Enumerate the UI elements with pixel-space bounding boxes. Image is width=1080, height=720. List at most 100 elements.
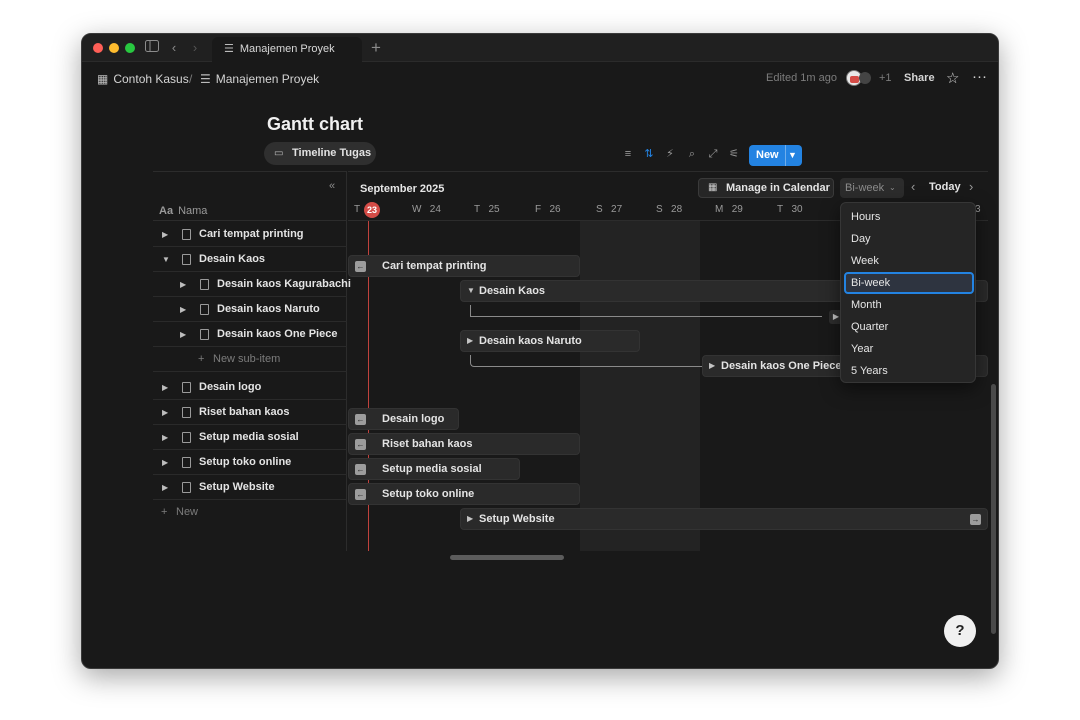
sidebar-toggle-icon[interactable] <box>144 40 160 56</box>
share-button[interactable]: Share <box>904 72 935 84</box>
row-label: Setup toko online <box>199 456 292 468</box>
close-window-button[interactable] <box>93 43 103 53</box>
timescale-option-5-years[interactable]: 5 Years <box>844 360 974 382</box>
table-row[interactable]: ▶ Desain kaos Kagurabachi <box>153 272 351 297</box>
timescale-option-quarter[interactable]: Quarter <box>844 316 974 338</box>
gantt-bar[interactable]: ← Desain logo <box>348 408 459 430</box>
new-row-button[interactable]: + New <box>153 500 347 525</box>
arrow-left-icon[interactable]: ← <box>355 261 366 272</box>
expand-arrow-icon[interactable]: ▶ <box>180 322 186 347</box>
help-assistant-icon[interactable]: ? <box>944 615 976 647</box>
name-column-header[interactable]: Aa Nama <box>159 205 207 217</box>
row-label: Desain Kaos <box>199 253 266 265</box>
table-row[interactable]: ▶ Desain kaos One Piece <box>153 322 347 347</box>
expand-arrow-icon[interactable]: ▶ <box>162 450 168 475</box>
document-icon <box>200 304 209 315</box>
manage-in-calendar-button[interactable]: ▦ Manage in Calendar <box>698 178 834 198</box>
collaborator-count: +1 <box>879 72 892 84</box>
collapse-arrow-icon[interactable]: ▼ <box>162 247 170 272</box>
table-row[interactable]: ▶ Setup Website <box>153 475 347 500</box>
expand-arrow-icon[interactable]: ▶ <box>709 356 715 376</box>
timescale-option-month[interactable]: Month <box>844 294 974 316</box>
gantt-bar[interactable]: ▶ Desain kaos Naruto <box>460 330 640 352</box>
expand-icon[interactable]: ⤢ <box>706 147 720 161</box>
table-row[interactable]: ▶ Desain kaos Naruto <box>153 297 347 322</box>
gantt-bar[interactable]: ← Riset bahan kaos <box>348 433 580 455</box>
table-row[interactable]: ▶ Setup toko online <box>153 450 347 475</box>
expand-arrow-icon[interactable]: ▶ <box>162 375 168 400</box>
gantt-bar[interactable]: ▶ Setup Website → <box>460 508 988 530</box>
table-row[interactable]: ▶ Cari tempat printing <box>153 222 347 247</box>
gantt-bar[interactable]: ← Setup toko online <box>348 483 580 505</box>
row-label: Riset bahan kaos <box>199 406 290 418</box>
expand-arrow-icon[interactable]: ▶ <box>180 297 186 322</box>
tab-manajemen-proyek[interactable]: ☰ Manajemen Proyek <box>212 37 362 62</box>
chevron-down-icon: ⌄ <box>889 183 896 192</box>
back-icon[interactable]: ‹ <box>166 40 182 56</box>
breadcrumb-page[interactable]: ☰ Manajemen Proyek <box>200 72 319 86</box>
star-icon[interactable]: ☆ <box>946 69 959 87</box>
document-icon <box>182 432 191 443</box>
expand-arrow-icon[interactable]: ▶ <box>162 425 168 450</box>
plus-icon: + <box>198 353 205 365</box>
sort-icon[interactable]: ⇅ <box>642 147 656 161</box>
expand-arrow-icon[interactable]: ▶ <box>467 331 473 351</box>
view-tab-timeline[interactable]: ▭ Timeline Tugas <box>264 142 376 165</box>
previous-icon[interactable]: ‹ <box>911 179 915 194</box>
expand-arrow-icon[interactable]: ▶ <box>467 509 473 529</box>
table-grid-icon: ▦ <box>97 72 109 86</box>
day-label: W 24 <box>412 204 441 215</box>
breadcrumb-workspace[interactable]: ▦ Contoh Kasus <box>97 72 189 86</box>
expand-arrow-icon[interactable]: ▶ <box>162 222 168 247</box>
table-row[interactable]: ▶ Riset bahan kaos <box>153 400 347 425</box>
horizontal-scrollbar[interactable] <box>450 555 564 560</box>
breadcrumb-separator: / <box>189 72 193 86</box>
zoom-window-button[interactable] <box>125 43 135 53</box>
new-sub-item-button[interactable]: + New sub-item <box>153 347 347 372</box>
table-header: « Aa Nama <box>153 171 347 221</box>
gantt-bar[interactable]: ← Setup media sosial <box>348 458 520 480</box>
table-row[interactable]: ▶ Desain logo <box>153 375 347 400</box>
table-row[interactable]: ▶ Setup media sosial <box>153 425 347 450</box>
edited-status: Edited 1m ago <box>766 72 837 84</box>
new-button[interactable]: New ▼ <box>749 145 802 166</box>
timescale-option-hours[interactable]: Hours <box>844 206 974 228</box>
gantt-bar[interactable]: ← Cari tempat printing <box>348 255 580 277</box>
collapse-arrow-icon[interactable]: ▼ <box>467 281 475 301</box>
arrow-left-icon[interactable]: ← <box>355 439 366 450</box>
arrow-left-icon[interactable]: ← <box>355 414 366 425</box>
document-icon <box>182 382 191 393</box>
avatar-secondary[interactable] <box>859 72 871 84</box>
top-bar: ▦ Contoh Kasus / ☰ Manajemen Proyek Edited… <box>82 62 998 94</box>
today-button[interactable]: Today <box>929 181 961 193</box>
search-icon[interactable]: ⌕ <box>685 147 699 161</box>
timescale-select[interactable]: Bi-week ⌄ <box>840 178 904 198</box>
arrow-left-icon[interactable]: ← <box>355 489 366 500</box>
timescale-option-day[interactable]: Day <box>844 228 974 250</box>
chevron-down-icon[interactable]: ▼ <box>788 145 797 166</box>
row-label: Desain kaos Kagurabachi <box>217 278 351 290</box>
timescale-option-bi-week[interactable]: Bi-week <box>844 272 974 294</box>
new-button-divider <box>785 145 786 166</box>
expand-arrow-icon[interactable]: ▶ <box>180 272 186 297</box>
expand-arrow-icon[interactable]: ▶ <box>162 475 168 500</box>
forward-icon[interactable]: › <box>187 40 203 56</box>
timescale-option-week[interactable]: Week <box>844 250 974 272</box>
vertical-scrollbar[interactable] <box>991 384 996 634</box>
filter-icon[interactable]: ≡ <box>621 147 635 161</box>
expand-arrow-icon[interactable]: ▶ <box>162 400 168 425</box>
more-options-icon[interactable]: ··· <box>972 68 987 85</box>
arrow-right-icon[interactable]: → <box>970 514 981 525</box>
day-label: S 28 <box>656 204 683 215</box>
collapse-panel-icon[interactable]: « <box>329 180 335 192</box>
table-row[interactable]: ▼ Desain Kaos <box>153 247 347 272</box>
row-label: Setup Website <box>199 481 275 493</box>
settings-sliders-icon[interactable]: ⚟ <box>727 147 741 161</box>
arrow-left-icon[interactable]: ← <box>355 464 366 475</box>
minimize-window-button[interactable] <box>109 43 119 53</box>
automation-icon[interactable]: ⚡ <box>663 147 677 161</box>
tab-title: Manajemen Proyek <box>239 43 335 55</box>
timescale-option-year[interactable]: Year <box>844 338 974 360</box>
next-icon[interactable]: › <box>969 179 973 194</box>
new-tab-icon[interactable]: + <box>368 39 384 56</box>
